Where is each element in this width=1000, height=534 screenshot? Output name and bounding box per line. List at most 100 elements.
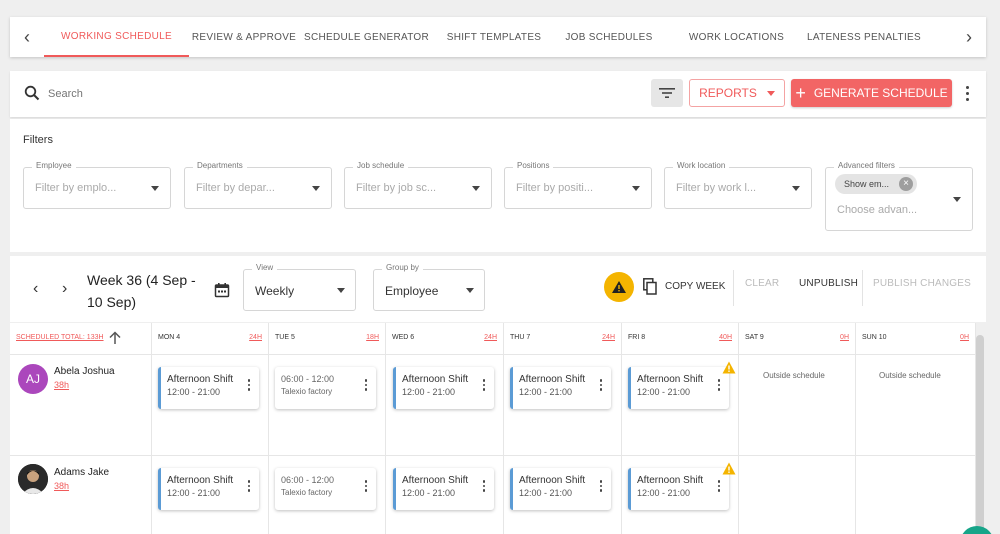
search-toolbar: REPORTS + GENERATE SCHEDULE	[10, 71, 986, 117]
copy-week-button[interactable]: COPY WEEK	[643, 276, 725, 296]
chevron-right-icon[interactable]: ›	[952, 17, 986, 57]
warning-button[interactable]	[604, 272, 634, 302]
day-header-wed: WED 6 24H	[386, 323, 504, 355]
shift-title: Afternoon Shift	[519, 374, 586, 385]
day-hours[interactable]: 0H	[960, 334, 969, 341]
arrow-up-icon[interactable]	[109, 331, 121, 345]
shift-location: Talexio factory	[281, 488, 333, 497]
scrollbar[interactable]	[976, 335, 984, 534]
view-select[interactable]: View Weekly	[243, 263, 356, 311]
employee-hours[interactable]: 38h	[54, 380, 69, 390]
tab-lateness-penalties[interactable]: LATENESS PENALTIES	[807, 17, 921, 57]
clear-button[interactable]: CLEAR	[745, 278, 779, 289]
day-label: FRI 8	[628, 334, 646, 341]
work-location-filter[interactable]: Work location Filter by work l...	[664, 161, 812, 209]
day-header-thu: THU 7 24H	[504, 323, 622, 355]
day-label: SAT 9	[745, 334, 764, 341]
next-week-icon[interactable]: ›	[62, 280, 67, 298]
day-header-tue: TUE 5 18H	[269, 323, 386, 355]
employee-filter[interactable]: Employee Filter by emplo...	[23, 161, 171, 209]
tab-bar: ‹ WORKING SCHEDULE REVIEW & APPROVE SCHE…	[10, 17, 986, 57]
more-vert-icon[interactable]	[717, 379, 720, 391]
avatar-initials: AJ	[25, 372, 40, 386]
more-vert-icon[interactable]	[364, 480, 367, 492]
employee-hours[interactable]: 38h	[54, 481, 69, 491]
outside-schedule-label: Outside schedule	[763, 371, 825, 380]
shift-title: Afternoon Shift	[167, 374, 234, 385]
tab-shift-templates[interactable]: SHIFT TEMPLATES	[434, 17, 554, 57]
employee-name[interactable]: Adams Jake	[54, 467, 109, 478]
calendar-icon[interactable]	[214, 282, 230, 298]
schedule-cell[interactable]	[856, 456, 976, 534]
filters-title: Filters	[23, 134, 53, 146]
departments-filter[interactable]: Departments Filter by depar...	[184, 161, 332, 209]
shift-card[interactable]: 06:00 - 12:00 Talexio factory	[275, 367, 376, 409]
caret-down-icon	[337, 288, 345, 293]
prev-week-icon[interactable]: ‹	[33, 280, 38, 298]
reports-button[interactable]: REPORTS	[689, 79, 785, 107]
day-hours[interactable]: 18H	[366, 334, 379, 341]
more-vert-icon[interactable]	[482, 379, 485, 391]
shift-location: Talexio factory	[281, 387, 333, 396]
caret-down-icon	[792, 186, 800, 191]
tab-review-approve[interactable]: REVIEW & APPROVE	[189, 17, 299, 57]
warning-icon[interactable]	[722, 361, 736, 374]
more-vert-icon[interactable]	[599, 480, 602, 492]
shift-card[interactable]: Afternoon Shift 12:00 - 21:00	[393, 468, 494, 510]
more-vert-icon[interactable]	[717, 480, 720, 492]
filter-chip: Show em... ×	[835, 174, 917, 194]
day-hours[interactable]: 24H	[249, 334, 262, 341]
shift-title: Afternoon Shift	[637, 475, 704, 486]
day-hours[interactable]: 24H	[602, 334, 615, 341]
plus-icon: +	[795, 83, 806, 103]
more-vert-icon[interactable]	[364, 379, 367, 391]
publish-changes-button[interactable]: PUBLISH CHANGES	[873, 278, 971, 289]
copy-icon	[643, 277, 657, 295]
group-by-select[interactable]: Group by Employee	[373, 263, 485, 311]
chevron-left-icon[interactable]: ‹	[10, 17, 44, 57]
tab-schedule-generator[interactable]: SCHEDULE GENERATOR	[299, 17, 434, 57]
filter-toggle-button[interactable]	[651, 79, 683, 107]
advanced-filters[interactable]: Advanced filters Show em... × Choose adv…	[825, 161, 973, 231]
day-hours[interactable]: 40H	[719, 334, 732, 341]
scheduled-total[interactable]: SCHEDULED TOTAL: 133H	[16, 334, 104, 341]
search-icon	[24, 85, 40, 101]
day-hours[interactable]: 24H	[484, 334, 497, 341]
chip-remove-icon[interactable]: ×	[899, 177, 913, 191]
warning-icon	[612, 281, 626, 293]
week-toolbar: ‹ › Week 36 (4 Sep - 10 Sep) View Weekly…	[10, 256, 986, 322]
tab-job-schedules[interactable]: JOB SCHEDULES	[554, 17, 664, 57]
shift-card[interactable]: Afternoon Shift 12:00 - 21:00	[510, 367, 611, 409]
shift-card[interactable]: Afternoon Shift 12:00 - 21:00	[158, 468, 259, 510]
filter-chip-label: Show em...	[844, 179, 890, 189]
more-vert-icon[interactable]	[482, 480, 485, 492]
search-input[interactable]	[48, 85, 348, 103]
caret-down-icon	[632, 186, 640, 191]
employee-name[interactable]: Abela Joshua	[54, 366, 115, 377]
shift-card[interactable]: Afternoon Shift 12:00 - 21:00	[510, 468, 611, 510]
unpublish-button[interactable]: UNPUBLISH	[799, 278, 858, 289]
positions-filter[interactable]: Positions Filter by positi...	[504, 161, 652, 209]
warning-icon[interactable]	[722, 462, 736, 475]
tab-work-locations[interactable]: WORK LOCATIONS	[664, 17, 809, 57]
shift-card[interactable]: 06:00 - 12:00 Talexio factory	[275, 468, 376, 510]
more-vert-icon[interactable]	[247, 480, 250, 492]
shift-card[interactable]: Afternoon Shift 12:00 - 21:00	[628, 468, 729, 510]
more-vert-icon[interactable]	[247, 379, 250, 391]
avatar: AJ	[18, 364, 48, 394]
generate-schedule-button[interactable]: + GENERATE SCHEDULE	[791, 79, 952, 107]
job-schedule-filter[interactable]: Job schedule Filter by job sc...	[344, 161, 492, 209]
more-vert-icon[interactable]	[960, 83, 974, 103]
shift-card[interactable]: Afternoon Shift 12:00 - 21:00	[628, 367, 729, 409]
shift-card[interactable]: Afternoon Shift 12:00 - 21:00	[158, 367, 259, 409]
day-hours[interactable]: 0H	[840, 334, 849, 341]
day-header-mon: MON 4 24H	[152, 323, 269, 355]
schedule-cell[interactable]	[739, 456, 856, 534]
tab-working-schedule[interactable]: WORKING SCHEDULE	[44, 17, 189, 57]
advanced-filters-label: Advanced filters	[834, 161, 899, 170]
shift-card[interactable]: Afternoon Shift 12:00 - 21:00	[393, 367, 494, 409]
schedule-grid: SCHEDULED TOTAL: 133H MON 4 24H TUE 5 18…	[10, 323, 976, 534]
shift-time: 12:00 - 21:00	[637, 488, 691, 498]
more-vert-icon[interactable]	[599, 379, 602, 391]
employee-filter-label: Employee	[32, 161, 76, 170]
